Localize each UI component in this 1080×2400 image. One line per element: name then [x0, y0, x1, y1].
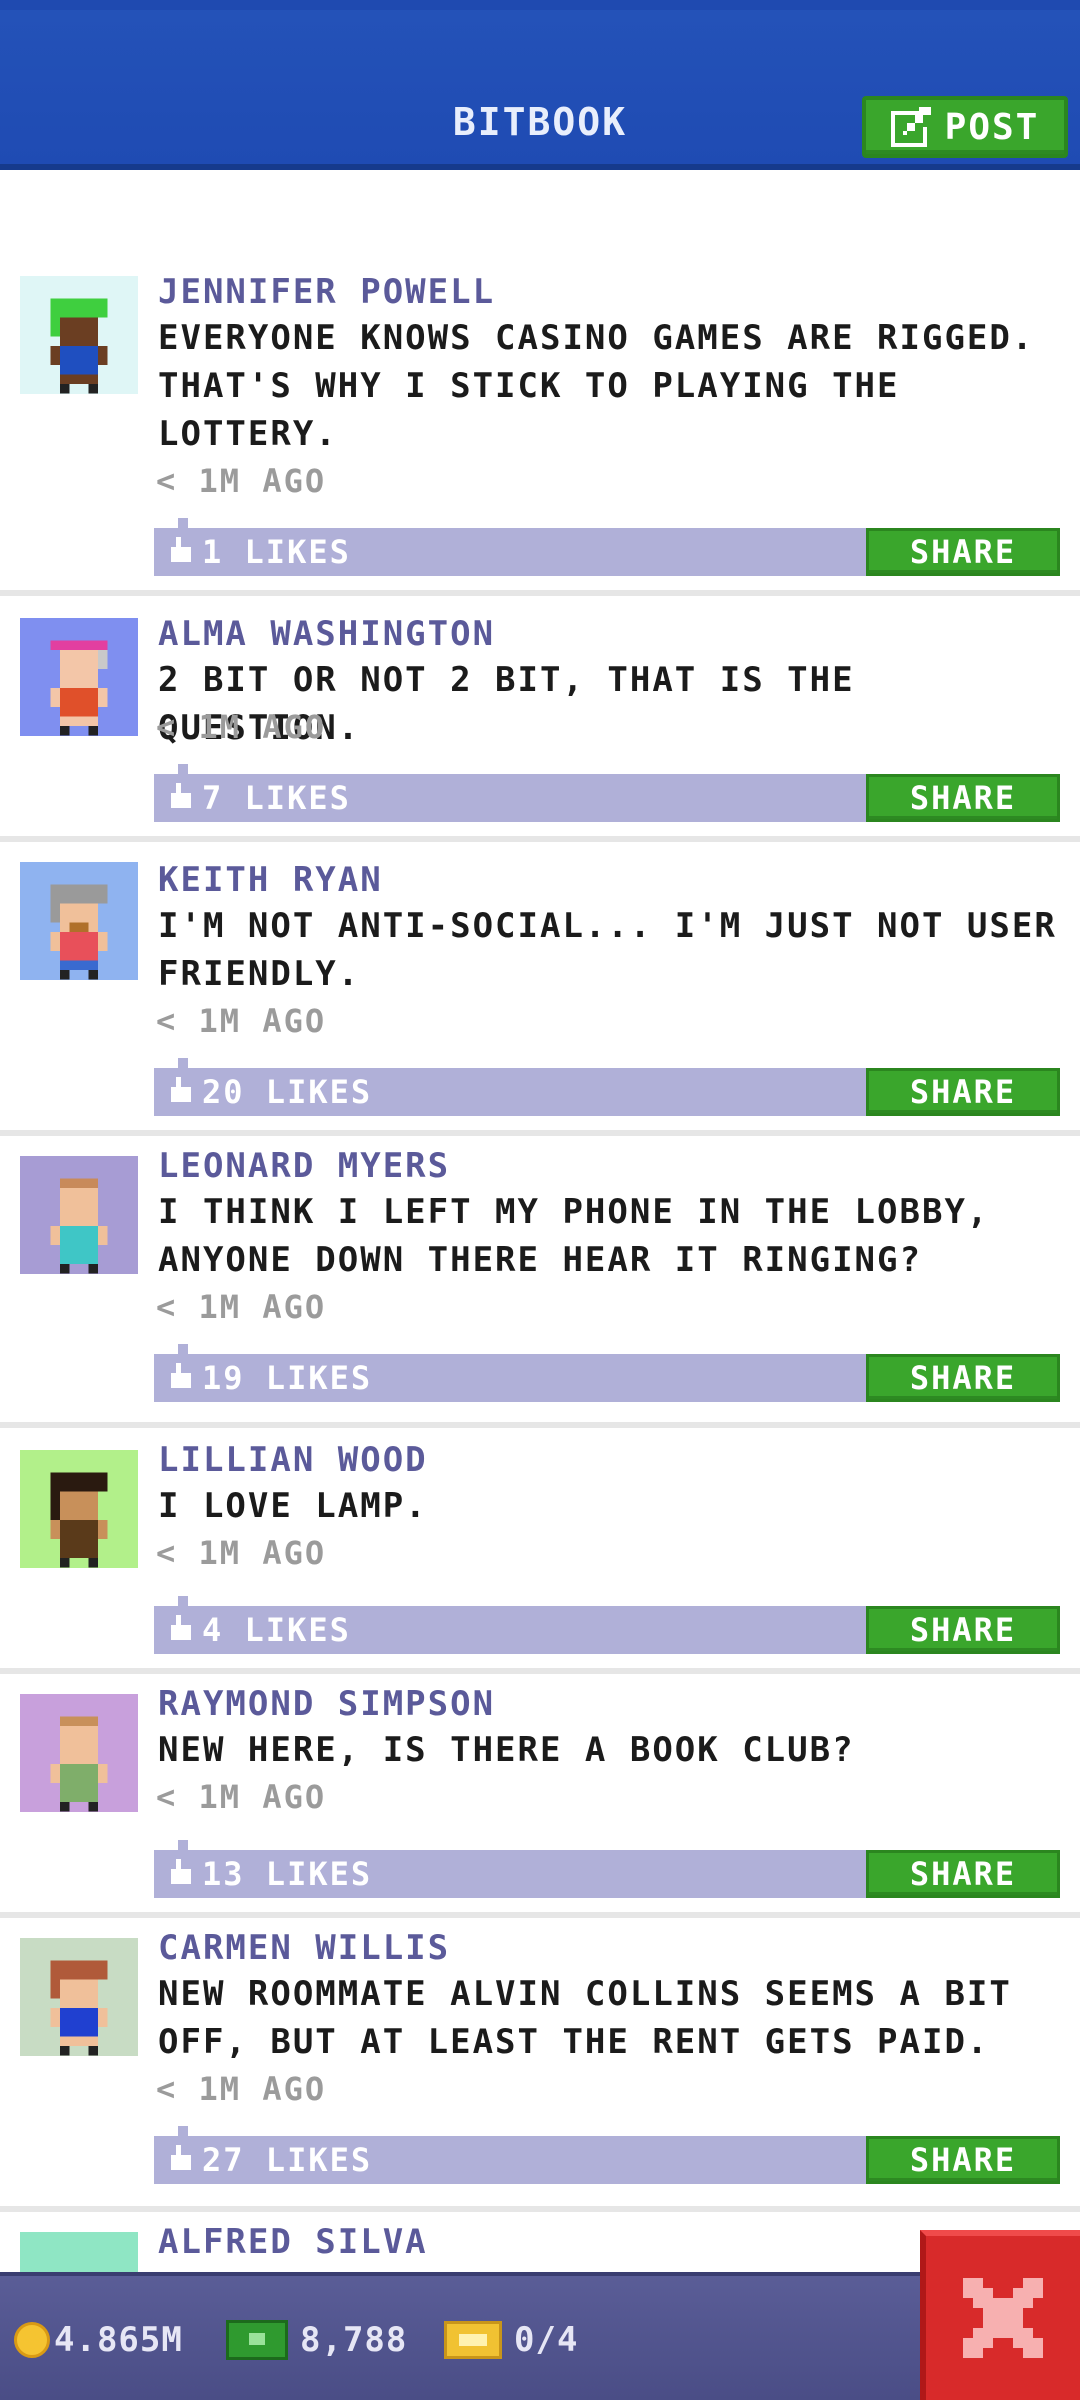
post-text: NEW HERE, IS THERE A BOOK CLUB?: [158, 1730, 855, 1770]
bux-value: 8,788: [300, 2320, 408, 2360]
avatar[interactable]: [20, 276, 138, 394]
feed-post: CARMEN WILLIS NEW ROOMMATE ALVIN COLLINS…: [0, 1918, 1080, 2212]
avatar[interactable]: [20, 2232, 138, 2272]
post-author[interactable]: RAYMOND SIMPSON: [158, 1684, 495, 1724]
likes-bar: 4 LIKES SHARE: [154, 1596, 1060, 1654]
pixel-person-icon: [50, 1960, 108, 2056]
thumbs-up-icon[interactable]: [166, 1363, 196, 1393]
avatar[interactable]: [20, 862, 138, 980]
thumbs-up-icon[interactable]: [166, 2145, 196, 2175]
avatar[interactable]: [20, 1156, 138, 1274]
likes-count: 4 LIKES: [202, 1611, 351, 1649]
share-button[interactable]: SHARE: [866, 774, 1060, 822]
bux-stat: 8,788: [226, 2316, 407, 2364]
share-button[interactable]: SHARE: [866, 1068, 1060, 1116]
likes-bar: 13 LIKES SHARE: [154, 1840, 1060, 1898]
status-bar: 4.865M 8,788 0/4: [0, 2272, 1080, 2400]
close-button[interactable]: [920, 2230, 1080, 2400]
ticket-icon: [444, 2321, 502, 2359]
post-text: EVERYONE KNOWS CASINO GAMES ARE RIGGED. …: [158, 318, 1035, 454]
feed-post: ALFRED SILVA: [0, 2212, 1080, 2272]
thumbs-up-icon[interactable]: [166, 783, 196, 813]
pixel-person-icon: [50, 1472, 108, 1568]
pixel-person-icon: [50, 640, 108, 736]
likes-bar: 27 LIKES SHARE: [154, 2126, 1060, 2184]
post-time: < 1M AGO: [156, 1288, 327, 1326]
likes-count: 1 LIKES: [202, 533, 351, 571]
pixel-person-icon: [50, 298, 108, 394]
post-author[interactable]: ALFRED SILVA: [158, 2222, 428, 2262]
app-header: BITBOOK POST: [0, 0, 1080, 170]
share-button[interactable]: SHARE: [866, 2136, 1060, 2184]
bux-icon: [226, 2320, 288, 2360]
pixel-person-icon: [50, 1716, 108, 1812]
post-author[interactable]: JENNIFER POWELL: [158, 272, 495, 312]
tickets-value: 0/4: [514, 2320, 579, 2360]
share-button[interactable]: SHARE: [866, 1606, 1060, 1654]
pixel-person-icon: [50, 884, 108, 980]
post-time: < 1M AGO: [156, 1534, 327, 1572]
post-button-label: POST: [944, 106, 1040, 148]
feed[interactable]: JENNIFER POWELL EVERYONE KNOWS CASINO GA…: [0, 176, 1080, 2272]
thumbs-up-icon[interactable]: [166, 1077, 196, 1107]
thumbs-up-icon[interactable]: [166, 1615, 196, 1645]
feed-post: KEITH RYAN I'M NOT ANTI-SOCIAL... I'M JU…: [0, 842, 1080, 1136]
post-author[interactable]: KEITH RYAN: [158, 860, 383, 900]
post-time: < 1M AGO: [156, 1778, 327, 1816]
likes-bar: 20 LIKES SHARE: [154, 1058, 1060, 1116]
post-text: I THINK I LEFT MY PHONE IN THE LOBBY, AN…: [158, 1192, 990, 1280]
close-icon: [963, 2278, 1043, 2358]
post-author[interactable]: LEONARD MYERS: [158, 1146, 450, 1186]
post-button[interactable]: POST: [862, 96, 1068, 158]
coin-icon: [14, 2322, 50, 2358]
feed-post: RAYMOND SIMPSON NEW HERE, IS THERE A BOO…: [0, 1674, 1080, 1918]
post-text: I LOVE LAMP.: [158, 1486, 428, 1526]
likes-count: 27 LIKES: [202, 2141, 373, 2179]
post-author[interactable]: ALMA WASHINGTON: [158, 614, 495, 654]
coins-value: 4.865M: [54, 2320, 183, 2360]
thumbs-up-icon[interactable]: [166, 1859, 196, 1889]
compose-icon: [890, 107, 931, 147]
pixel-person-icon: [50, 1178, 108, 1274]
likes-bar: 7 LIKES SHARE: [154, 764, 1060, 822]
feed-post: LEONARD MYERS I THINK I LEFT MY PHONE IN…: [0, 1136, 1080, 1428]
post-time: < 1M AGO: [156, 2070, 327, 2108]
tickets-stat: 0/4: [444, 2316, 578, 2364]
share-button[interactable]: SHARE: [866, 1850, 1060, 1898]
post-text: NEW ROOMMATE ALVIN COLLINS SEEMS A BIT O…: [158, 1974, 1012, 2062]
likes-bar: 19 LIKES SHARE: [154, 1344, 1060, 1402]
avatar[interactable]: [20, 1938, 138, 2056]
likes-bar: 1 LIKES SHARE: [154, 518, 1060, 576]
post-time: < 1M AGO: [156, 1002, 327, 1040]
post-time: < 1M AGO: [156, 462, 327, 500]
likes-count: 19 LIKES: [202, 1359, 373, 1397]
post-author[interactable]: CARMEN WILLIS: [158, 1928, 450, 1968]
feed-post: LILLIAN WOOD I LOVE LAMP. < 1M AGO 4 LIK…: [0, 1428, 1080, 1674]
post-time: < 1M AGO: [156, 708, 327, 746]
likes-count: 7 LIKES: [202, 779, 351, 817]
share-button[interactable]: SHARE: [866, 1354, 1060, 1402]
coins-stat: 4.865M: [14, 2316, 183, 2364]
likes-count: 20 LIKES: [202, 1073, 373, 1111]
feed-post: JENNIFER POWELL EVERYONE KNOWS CASINO GA…: [0, 176, 1080, 596]
avatar[interactable]: [20, 1694, 138, 1812]
share-button[interactable]: SHARE: [866, 528, 1060, 576]
likes-count: 13 LIKES: [202, 1855, 373, 1893]
feed-post: ALMA WASHINGTON 2 BIT OR NOT 2 BIT, THAT…: [0, 596, 1080, 842]
post-text: I'M NOT ANTI-SOCIAL... I'M JUST NOT USER…: [158, 906, 1057, 994]
post-author[interactable]: LILLIAN WOOD: [158, 1440, 428, 1480]
avatar[interactable]: [20, 618, 138, 736]
thumbs-up-icon[interactable]: [166, 537, 196, 567]
avatar[interactable]: [20, 1450, 138, 1568]
